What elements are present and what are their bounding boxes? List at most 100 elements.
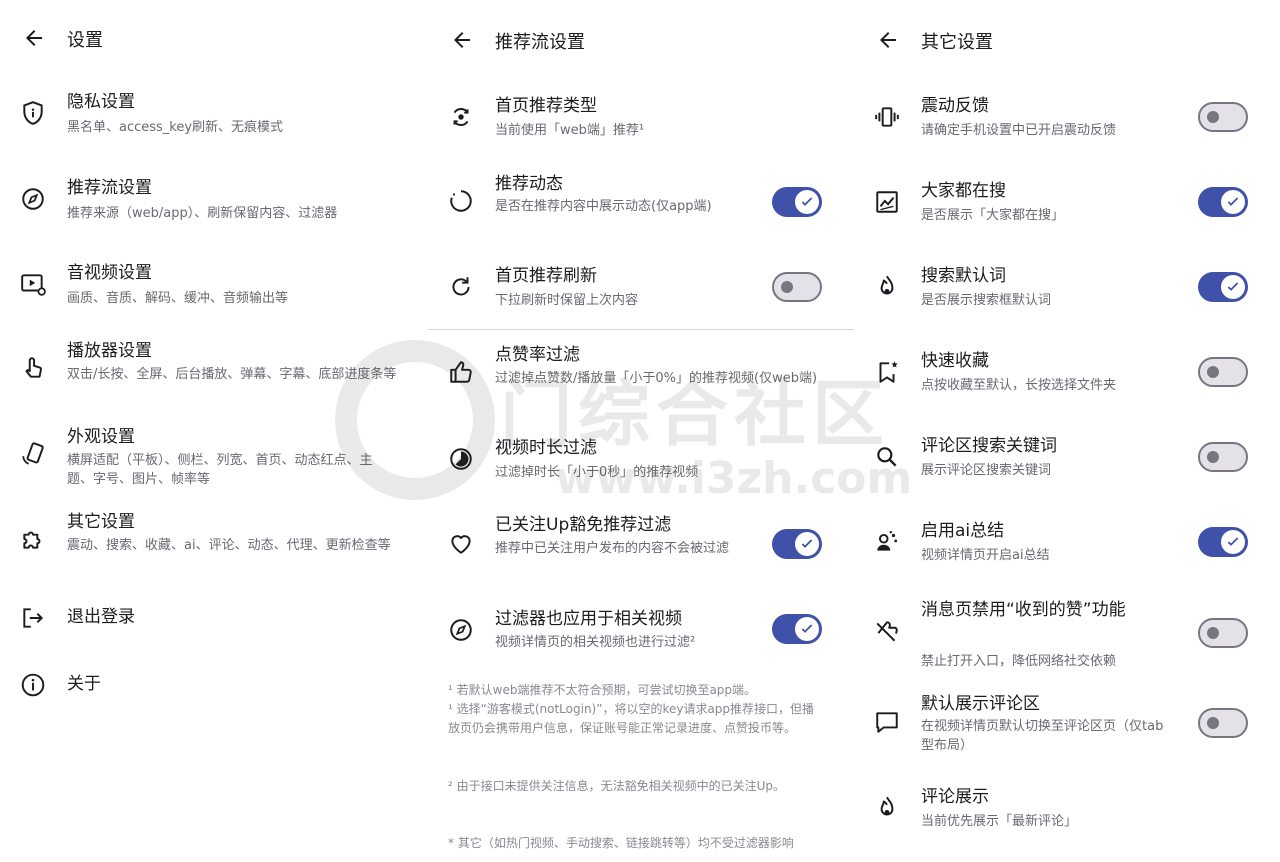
- default-comment-toggle[interactable]: [1198, 708, 1248, 738]
- item-title: 首页推荐类型: [495, 96, 597, 116]
- back-arrow-icon[interactable]: [450, 28, 474, 52]
- item-title: 已关注Up豁免推荐过滤: [495, 515, 672, 535]
- page-title: 其它设置: [921, 32, 993, 53]
- menu-item-appearance[interactable]: 外观设置 横屏适配（平板）、侧栏、列宽、首页、动态红点、主题、字号、图片、帧率等: [0, 423, 428, 493]
- filter-related-toggle[interactable]: [772, 614, 822, 644]
- setting-duration-filter[interactable]: 视频时长过滤 过滤掉时长「小于0秒」的推荐视频: [428, 434, 854, 490]
- tablet-rotate-icon: [22, 442, 44, 465]
- touch-icon: [25, 357, 42, 378]
- menu-item-about[interactable]: 关于: [0, 669, 428, 705]
- recommend-dynamic-toggle[interactable]: [772, 187, 822, 217]
- item-subtitle: 下拉刷新时保留上次内容: [495, 293, 639, 308]
- item-subtitle: 过滤掉点赞数/播放量「小于0%」的推荐视频(仅web端): [495, 371, 818, 386]
- back-arrow-icon[interactable]: [876, 28, 900, 52]
- refresh-icon: [452, 277, 470, 296]
- check-icon: [1221, 530, 1245, 554]
- loading-circle-icon: [450, 190, 472, 212]
- item-subtitle: 双击/长按、全屏、后台播放、弹幕、字幕、底部进度条等: [67, 367, 397, 382]
- settings-panel: 设置 隐私设置 黑名单、access_key刷新、无痕模式 推荐流设置 推荐来源…: [0, 0, 428, 862]
- item-subtitle: 震动、搜索、收藏、ai、评论、动态、代理、更新检查等: [67, 538, 391, 553]
- item-subtitle: 当前使用「web端」推荐¹: [495, 123, 645, 138]
- vibration-toggle[interactable]: [1198, 102, 1248, 132]
- item-title: 评论展示: [921, 787, 989, 807]
- back-arrow-icon[interactable]: [22, 26, 46, 50]
- page-title: 推荐流设置: [495, 32, 585, 53]
- footnote-4: * 其它（如热门视频、手动搜索、链接跳转等）均不受过滤器影响: [448, 836, 794, 850]
- check-icon: [795, 617, 819, 641]
- puzzle-icon: [23, 531, 41, 549]
- setting-hot-search[interactable]: 大家都在搜 是否展示「大家都在搜」: [854, 177, 1280, 233]
- shield-icon: [23, 101, 43, 125]
- info-icon: [21, 673, 45, 697]
- search-default-word-toggle[interactable]: [1198, 272, 1248, 302]
- recommend-settings-panel: 推荐流设置 首页推荐类型 当前使用「web端」推荐¹ 推荐动态 是否在推荐内容中…: [428, 0, 854, 862]
- item-title: 首页推荐刷新: [495, 266, 597, 286]
- item-subtitle: 禁止打开入口，降低网络社交依赖: [921, 654, 1117, 669]
- setting-search-default-word[interactable]: 搜索默认词 是否展示搜索框默认词: [854, 262, 1280, 318]
- setting-filter-related[interactable]: 过滤器也应用于相关视频 视频详情页的相关视频也进行过滤²: [428, 605, 854, 661]
- setting-comment-display[interactable]: 评论展示 当前优先展示「最新评论」: [854, 783, 1280, 839]
- setting-recommend-dynamic[interactable]: 推荐动态 是否在推荐内容中展示动态(仅app端): [428, 170, 854, 238]
- menu-item-player[interactable]: 播放器设置 双击/长按、全屏、后台播放、弹幕、字幕、底部进度条等: [0, 337, 428, 407]
- comment-icon: [876, 712, 898, 733]
- timelapse-icon: [450, 448, 472, 470]
- heart-icon: [451, 535, 471, 554]
- item-title: 关于: [67, 674, 101, 694]
- item-title: 其它设置: [67, 512, 135, 532]
- setting-quick-favorite[interactable]: 快速收藏 点按收藏至默认，长按选择文件夹: [854, 347, 1280, 403]
- quick-favorite-toggle[interactable]: [1198, 357, 1248, 387]
- footnote-2: ¹ 选择“游客模式(notLogin)”，将以空的key请求app推荐接口，但播…: [448, 702, 815, 735]
- setting-like-rate-filter[interactable]: 点赞率过滤 过滤掉点赞数/播放量「小于0%」的推荐视频(仅web端): [428, 341, 854, 409]
- item-subtitle: 是否在推荐内容中展示动态(仅app端): [495, 199, 712, 214]
- page-title: 设置: [67, 30, 103, 51]
- item-subtitle: 推荐中已关注用户发布的内容不会被过滤: [495, 541, 730, 556]
- item-title: 启用ai总结: [921, 521, 1005, 541]
- home-refresh-toggle[interactable]: [772, 272, 822, 302]
- thumb-up-icon: [450, 361, 472, 383]
- thumb-off-icon: [876, 621, 898, 642]
- vibration-icon: [875, 107, 899, 127]
- check-icon: [795, 532, 819, 556]
- item-subtitle: 请确定手机设置中已开启震动反馈: [921, 123, 1117, 138]
- item-title: 音视频设置: [67, 263, 152, 283]
- item-title: 外观设置: [67, 427, 135, 447]
- check-icon: [1221, 190, 1245, 214]
- setting-disable-likes[interactable]: 消息页禁用“收到的赞”功能 禁止打开入口，降低网络社交依赖: [854, 594, 1280, 674]
- flame-icon: [880, 796, 894, 816]
- item-subtitle: 展示评论区搜索关键词: [921, 463, 1052, 478]
- section-divider: [428, 329, 854, 330]
- ai-summary-toggle[interactable]: [1198, 527, 1248, 557]
- logout-icon: [23, 608, 44, 628]
- menu-item-av[interactable]: 音视频设置 画质、音质、解码、缓冲、音频输出等: [0, 259, 428, 319]
- hot-search-toggle[interactable]: [1198, 187, 1248, 217]
- item-subtitle: 视频详情页的相关视频也进行过滤²: [495, 635, 696, 650]
- setting-home-recommend-type[interactable]: 首页推荐类型 当前使用「web端」推荐¹: [428, 92, 854, 152]
- item-title: 搜索默认词: [921, 266, 1006, 286]
- item-subtitle: 过滤掉时长「小于0秒」的推荐视频: [495, 465, 699, 480]
- item-subtitle: 画质、音质、解码、缓冲、音频输出等: [67, 291, 289, 306]
- setting-follow-exempt[interactable]: 已关注Up豁免推荐过滤 推荐中已关注用户发布的内容不会被过滤: [428, 511, 854, 579]
- menu-item-recommend[interactable]: 推荐流设置 推荐来源（web/app）、刷新保留内容、过滤器: [0, 174, 428, 234]
- compass-icon: [450, 619, 472, 641]
- item-title: 消息页禁用“收到的赞”功能: [921, 600, 1126, 620]
- follow-exempt-toggle[interactable]: [772, 529, 822, 559]
- item-title: 推荐动态: [495, 174, 563, 194]
- footnote-1: ¹ 若默认web端推荐不太符合预期，可尝试切换至app端。: [448, 683, 757, 697]
- setting-home-refresh[interactable]: 首页推荐刷新 下拉刷新时保留上次内容: [428, 262, 854, 318]
- comment-keyword-toggle[interactable]: [1198, 442, 1248, 472]
- sync-icon: [453, 108, 469, 126]
- menu-item-other[interactable]: 其它设置 震动、搜索、收藏、ai、评论、动态、代理、更新检查等: [0, 508, 428, 578]
- menu-item-privacy[interactable]: 隐私设置 黑名单、access_key刷新、无痕模式: [0, 88, 428, 148]
- setting-comment-keyword[interactable]: 评论区搜索关键词 展示评论区搜索关键词: [854, 432, 1280, 488]
- search-icon: [877, 447, 897, 467]
- setting-ai-summary[interactable]: 启用ai总结 视频详情页开启ai总结: [854, 517, 1280, 573]
- item-title: 评论区搜索关键词: [921, 436, 1057, 456]
- disable-likes-toggle[interactable]: [1198, 618, 1248, 648]
- item-subtitle: 推荐来源（web/app）、刷新保留内容、过滤器: [67, 206, 338, 221]
- trending-chart-icon: [876, 191, 898, 213]
- setting-default-comment[interactable]: 默认展示评论区 在视频详情页默认切换至评论区页（仅tab型布局）: [854, 690, 1280, 758]
- item-title: 播放器设置: [67, 341, 152, 361]
- setting-vibration[interactable]: 震动反馈 请确定手机设置中已开启震动反馈: [854, 92, 1280, 148]
- item-title: 退出登录: [67, 607, 135, 627]
- menu-item-logout[interactable]: 退出登录: [0, 602, 428, 638]
